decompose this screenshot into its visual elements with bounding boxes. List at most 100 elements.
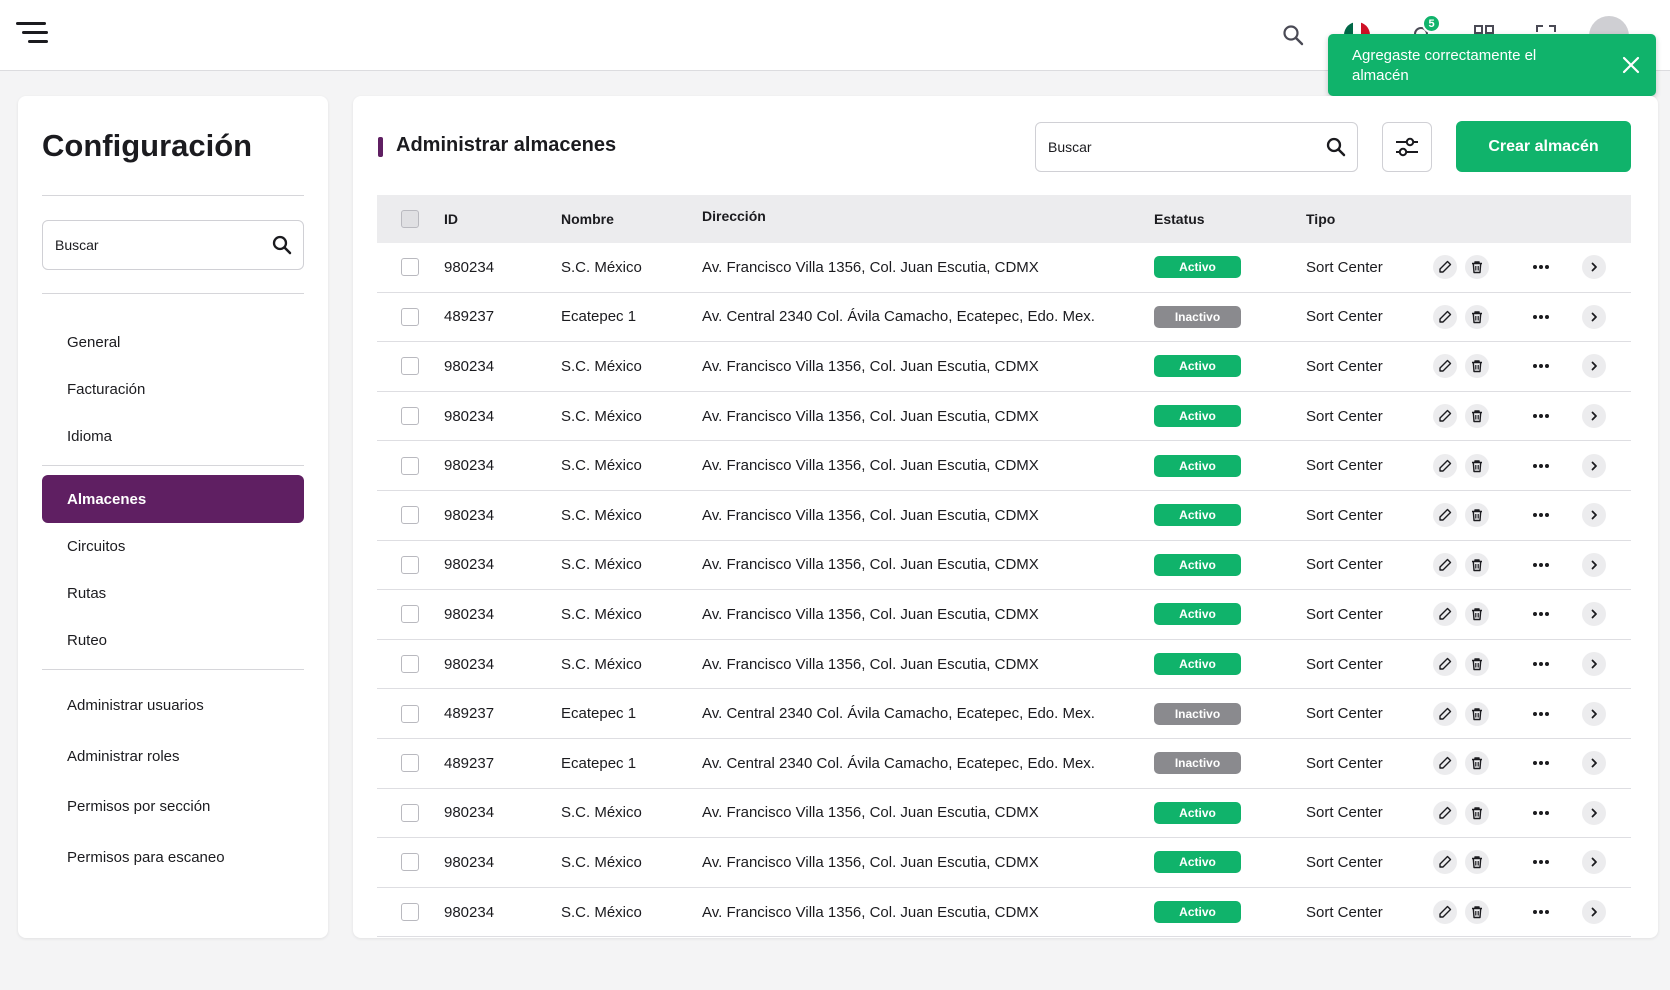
pencil-icon[interactable] (1433, 552, 1457, 577)
table-row[interactable]: 980234 S.C. México Av. Francisco Villa 135… (377, 541, 1631, 591)
table-row[interactable]: 980234 S.C. México Av. Francisco Villa 135… (377, 441, 1631, 491)
trash-icon[interactable] (1465, 652, 1489, 677)
more-horizontal-icon[interactable] (1529, 454, 1553, 478)
pencil-icon[interactable] (1433, 751, 1457, 776)
pencil-icon[interactable] (1433, 701, 1457, 726)
trash-icon[interactable] (1465, 800, 1489, 825)
trash-icon[interactable] (1465, 255, 1489, 280)
sidebar-item-ruteo[interactable]: Ruteo (42, 616, 304, 664)
more-horizontal-icon[interactable] (1529, 850, 1553, 874)
pencil-icon[interactable] (1433, 453, 1457, 478)
table-row[interactable]: 980234 S.C. México Av. Francisco Villa 135… (377, 491, 1631, 541)
sidebar-item-permisos-seccion[interactable]: Permisos por sección (42, 782, 304, 830)
row-checkbox[interactable] (401, 258, 419, 277)
more-horizontal-icon[interactable] (1529, 702, 1553, 726)
chevron-right-icon[interactable] (1582, 255, 1606, 280)
more-horizontal-icon[interactable] (1529, 652, 1553, 676)
row-checkbox[interactable] (401, 704, 419, 723)
trash-icon[interactable] (1465, 304, 1489, 329)
chevron-right-icon[interactable] (1582, 304, 1606, 329)
more-horizontal-icon[interactable] (1529, 751, 1553, 775)
trash-icon[interactable] (1465, 900, 1489, 925)
create-warehouse-button[interactable]: Crear almacén (1456, 121, 1631, 172)
sidebar-item-circuitos[interactable]: Circuitos (42, 522, 304, 570)
sidebar-item-rutas[interactable]: Rutas (42, 569, 304, 617)
pencil-icon[interactable] (1433, 900, 1457, 925)
table-row[interactable]: 980234 S.C. México Av. Francisco Villa 135… (377, 838, 1631, 888)
search-icon[interactable] (271, 234, 293, 256)
search-icon[interactable] (1325, 136, 1347, 158)
pencil-icon[interactable] (1433, 652, 1457, 677)
sidebar-item-almacenes[interactable]: Almacenes (42, 475, 304, 523)
table-row[interactable]: 980234 S.C. México Av. Francisco Villa 135… (377, 590, 1631, 640)
table-row[interactable]: 489237 Ecatepec 1 Av. Central 2340 Col. Áv… (377, 739, 1631, 789)
more-horizontal-icon[interactable] (1529, 602, 1553, 626)
pencil-icon[interactable] (1433, 404, 1457, 429)
trash-icon[interactable] (1465, 850, 1489, 875)
chevron-right-icon[interactable] (1582, 453, 1606, 478)
chevron-right-icon[interactable] (1582, 900, 1606, 925)
chevron-right-icon[interactable] (1582, 404, 1606, 429)
row-checkbox[interactable] (401, 655, 419, 674)
trash-icon[interactable] (1465, 602, 1489, 627)
trash-icon[interactable] (1465, 354, 1489, 379)
more-horizontal-icon[interactable] (1529, 553, 1553, 577)
hamburger-menu-icon[interactable] (14, 20, 52, 46)
sidebar-item-administrar-roles[interactable]: Administrar roles (42, 732, 304, 780)
row-checkbox[interactable] (401, 555, 419, 574)
table-row[interactable]: 980234 S.C. México Av. Francisco Villa 135… (377, 243, 1631, 293)
sidebar-search-input[interactable] (55, 221, 255, 269)
row-checkbox[interactable] (401, 307, 419, 326)
more-horizontal-icon[interactable] (1529, 503, 1553, 527)
row-checkbox[interactable] (401, 754, 419, 773)
chevron-right-icon[interactable] (1582, 652, 1606, 677)
table-row[interactable]: 489237 Ecatepec 1 Av. Central 2340 Col. Áv… (377, 293, 1631, 343)
table-row[interactable]: 980234 S.C. México Av. Francisco Villa 135… (377, 888, 1631, 938)
chevron-right-icon[interactable] (1582, 701, 1606, 726)
pencil-icon[interactable] (1433, 800, 1457, 825)
chevron-right-icon[interactable] (1582, 552, 1606, 577)
chevron-right-icon[interactable] (1582, 850, 1606, 875)
table-row[interactable]: 980234 S.C. México Av. Francisco Villa 135… (377, 640, 1631, 690)
column-header-estatus[interactable]: Estatus (1154, 195, 1205, 243)
table-search-input[interactable] (1048, 123, 1308, 171)
pencil-icon[interactable] (1433, 503, 1457, 528)
chevron-right-icon[interactable] (1582, 503, 1606, 528)
more-horizontal-icon[interactable] (1529, 900, 1553, 924)
pencil-icon[interactable] (1433, 850, 1457, 875)
trash-icon[interactable] (1465, 552, 1489, 577)
more-horizontal-icon[interactable] (1529, 404, 1553, 428)
search-icon[interactable] (1278, 20, 1308, 50)
column-header-nombre[interactable]: Nombre (561, 195, 614, 243)
row-checkbox[interactable] (401, 803, 419, 822)
column-header-tipo[interactable]: Tipo (1306, 195, 1335, 243)
pencil-icon[interactable] (1433, 602, 1457, 627)
column-header-direccion[interactable]: Dirección (702, 192, 766, 240)
pencil-icon[interactable] (1433, 304, 1457, 329)
sidebar-item-general[interactable]: General (42, 318, 304, 366)
more-horizontal-icon[interactable] (1529, 255, 1553, 279)
trash-icon[interactable] (1465, 701, 1489, 726)
table-row[interactable]: 980234 S.C. México Av. Francisco Villa 135… (377, 789, 1631, 839)
row-checkbox[interactable] (401, 903, 419, 922)
row-checkbox[interactable] (401, 506, 419, 525)
row-checkbox[interactable] (401, 357, 419, 376)
row-checkbox[interactable] (401, 456, 419, 475)
select-all-checkbox[interactable] (401, 210, 419, 228)
trash-icon[interactable] (1465, 453, 1489, 478)
chevron-right-icon[interactable] (1582, 751, 1606, 776)
trash-icon[interactable] (1465, 751, 1489, 776)
trash-icon[interactable] (1465, 404, 1489, 429)
row-checkbox[interactable] (401, 407, 419, 426)
pencil-icon[interactable] (1433, 255, 1457, 280)
row-checkbox[interactable] (401, 605, 419, 624)
more-horizontal-icon[interactable] (1529, 801, 1553, 825)
trash-icon[interactable] (1465, 503, 1489, 528)
sidebar-item-idioma[interactable]: Idioma (42, 412, 304, 460)
pencil-icon[interactable] (1433, 354, 1457, 379)
chevron-right-icon[interactable] (1582, 602, 1606, 627)
close-icon[interactable] (1620, 54, 1642, 76)
more-horizontal-icon[interactable] (1529, 354, 1553, 378)
table-row[interactable]: 980234 S.C. México Av. Francisco Villa 135… (377, 392, 1631, 442)
filter-sliders-icon[interactable] (1382, 122, 1432, 172)
